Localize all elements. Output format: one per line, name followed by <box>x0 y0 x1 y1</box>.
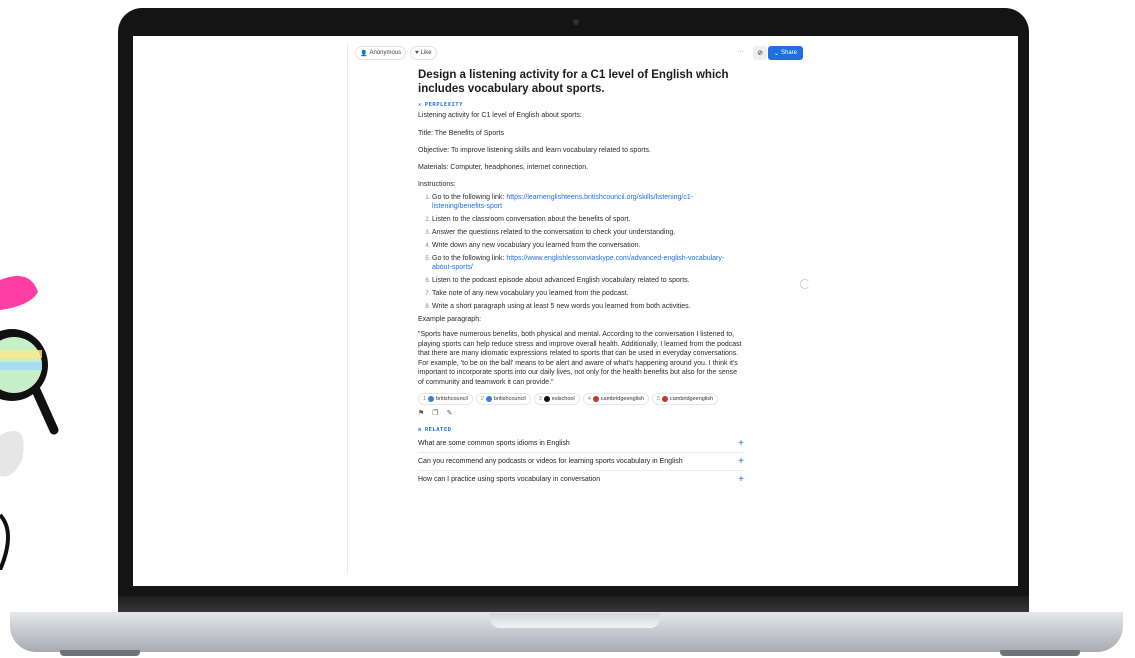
source-name: britishcouncil <box>436 396 468 402</box>
chevron-down-icon: ⌄ <box>773 50 779 57</box>
laptop-foot <box>60 650 140 656</box>
list-item: Write a short paragraph using at least 5… <box>432 302 744 311</box>
perplexity-label: ✕ PERPLEXITY <box>418 102 744 108</box>
heart-icon: ♥ <box>415 50 419 56</box>
left-divider <box>347 44 348 574</box>
list-item: Listen to the podcast episode about adva… <box>432 276 744 285</box>
perplexity-label-text: PERPLEXITY <box>424 102 463 108</box>
decorative-magnifier-illustration <box>0 270 70 575</box>
cambridgeenglish-icon <box>661 396 668 402</box>
related-question-text: How can I practice using sports vocabula… <box>418 476 601 483</box>
step-text: Take note of any new vocabulary you lear… <box>432 290 629 297</box>
list-item: Answer the questions related to the conv… <box>432 228 744 237</box>
visibility-button[interactable]: ⊘ <box>753 46 767 60</box>
perplexity-icon: ✕ <box>418 102 422 108</box>
related-question-text: What are some common sports idioms in En… <box>418 440 570 447</box>
plus-icon: + <box>738 438 744 449</box>
flag-icon[interactable]: ⚑ <box>418 409 424 417</box>
plus-icon: + <box>738 456 744 467</box>
answer-title-line: Title: The Benefits of Sports <box>418 130 504 137</box>
more-options-button[interactable]: ··· <box>737 48 744 55</box>
answer-materials: Materials: Computer, headphones, interne… <box>418 164 589 171</box>
like-label: Like <box>420 50 432 56</box>
related-icon: ≋ <box>418 427 422 433</box>
source-number: 5 <box>656 396 660 402</box>
list-item: Go to the following link: https://www.en… <box>432 254 744 272</box>
like-button[interactable]: ♥ Like <box>410 46 437 60</box>
step-text: Go to the following link: <box>432 255 507 262</box>
source-number: 2 <box>480 396 484 402</box>
list-item: Take note of any new vocabulary you lear… <box>432 289 744 298</box>
source-number: 3 <box>538 396 542 402</box>
eye-off-icon: ⊘ <box>757 50 763 57</box>
example-label: Example paragraph: <box>418 316 482 323</box>
plus-icon: + <box>738 474 744 485</box>
source-chip[interactable]: 2 britishcouncil <box>475 393 531 405</box>
related-question-text: Can you recommend any podcasts or videos… <box>418 458 683 465</box>
source-chip[interactable]: 3 eslschool <box>533 393 580 405</box>
related-label: ≋ RELATED <box>418 427 744 433</box>
answer-actions: ⚑ ❐ ✎ <box>418 409 744 417</box>
share-label: Share <box>781 50 798 56</box>
step-text: Listen to the classroom conversation abo… <box>432 216 631 223</box>
cambridgeenglish-icon <box>592 396 599 402</box>
source-chip[interactable]: 4 cambridgeenglish <box>582 393 649 405</box>
author-label: Anonymous <box>369 50 402 56</box>
answer-instructions-label: Instructions: <box>418 181 456 188</box>
eslschool-icon <box>543 396 550 402</box>
source-chip[interactable]: 5 cambridgeenglish <box>651 393 719 405</box>
source-number: 1 <box>423 396 427 402</box>
user-icon: 👤 <box>360 50 368 57</box>
step-text: Write a short paragraph using at least 5… <box>432 303 691 310</box>
answer-intro: Listening activity for C1 level of Engli… <box>418 112 582 119</box>
laptop-screen: 👤 Anonymous ♥ Like ··· ⊘ ⌄ Share Design … <box>133 36 1018 586</box>
sources-list: 1 britishcouncil 2 britishcouncil 3 esls… <box>418 393 748 405</box>
author-pill[interactable]: 👤 Anonymous <box>355 46 407 60</box>
list-item: Listen to the classroom conversation abo… <box>432 215 744 224</box>
source-name: cambridgeenglish <box>669 396 714 402</box>
related-question[interactable]: What are some common sports idioms in En… <box>418 435 744 453</box>
source-name: eslschool <box>551 396 575 402</box>
answer-panel: Design a listening activity for a C1 lev… <box>418 68 744 488</box>
source-name: cambridgeenglish <box>600 396 644 402</box>
britishcouncil-icon <box>428 396 435 402</box>
source-chip[interactable]: 1 britishcouncil <box>418 393 473 405</box>
loading-spinner-icon <box>800 279 810 289</box>
source-name: britishcouncil <box>493 396 526 402</box>
question-title: Design a listening activity for a C1 lev… <box>418 69 729 95</box>
step-text: Go to the following link: <box>432 194 507 201</box>
step-text: Answer the questions related to the conv… <box>432 229 676 236</box>
related-label-text: RELATED <box>424 427 452 433</box>
share-button[interactable]: ⌄ Share <box>768 46 803 60</box>
step-text: Write down any new vocabulary you learne… <box>432 242 641 249</box>
copy-icon[interactable]: ❐ <box>432 409 438 417</box>
list-item: Write down any new vocabulary you learne… <box>432 241 744 250</box>
related-question[interactable]: How can I practice using sports vocabula… <box>418 471 744 488</box>
list-item: Go to the following link: https://learne… <box>432 193 744 211</box>
edit-icon[interactable]: ✎ <box>447 409 453 417</box>
thread-toolbar: 👤 Anonymous ♥ Like ··· ⊘ ⌄ Share <box>355 46 803 62</box>
laptop-trackpad-notch <box>490 613 660 628</box>
answer-objective: Objective: To improve listening skills a… <box>418 147 651 154</box>
britishcouncil-icon <box>485 396 492 402</box>
camera-icon <box>573 19 579 25</box>
instructions-list: Go to the following link: https://learne… <box>418 193 744 311</box>
source-number: 4 <box>587 396 591 402</box>
laptop-foot <box>1000 650 1080 656</box>
example-paragraph: "Sports have numerous benefits, both phy… <box>418 331 742 386</box>
step-text: Listen to the podcast episode about adva… <box>432 277 690 284</box>
related-question[interactable]: Can you recommend any podcasts or videos… <box>418 453 744 471</box>
